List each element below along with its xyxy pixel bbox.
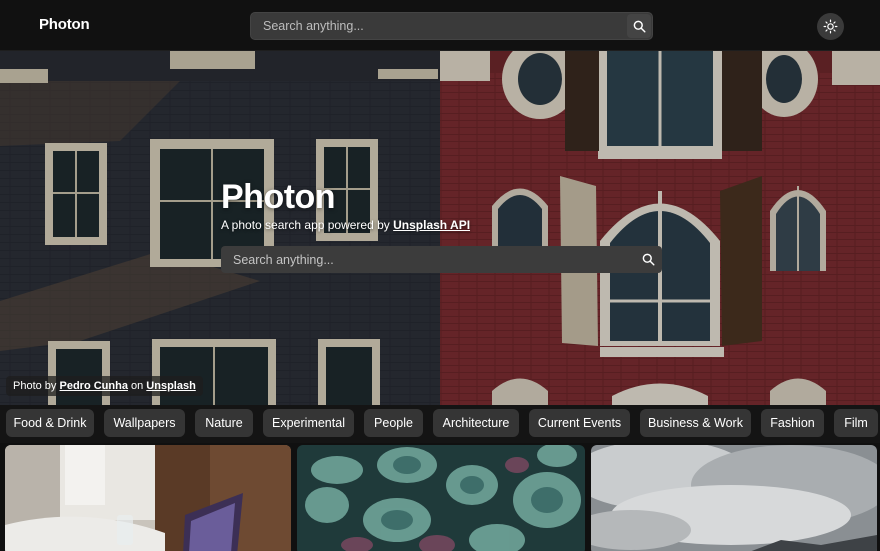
- topic-chip-nature[interactable]: Nature: [195, 409, 253, 437]
- topic-chips-bar: Food & Drink Wallpapers Nature Experimen…: [0, 405, 880, 443]
- photo-image: [297, 445, 585, 551]
- topic-chip-architecture[interactable]: Architecture: [433, 409, 519, 437]
- topic-chip-current-events[interactable]: Current Events: [529, 409, 630, 437]
- header-search-button[interactable]: [627, 14, 651, 38]
- photo-image: [5, 445, 291, 551]
- app-logo[interactable]: Photon: [39, 16, 90, 33]
- photo-image: [591, 445, 877, 551]
- hero-subtitle: A photo search app powered by Unsplash A…: [221, 218, 662, 232]
- header-search-bar: [250, 12, 653, 40]
- hero-banner: Photon A photo search app powered by Uns…: [0, 51, 880, 405]
- hero-title: Photon: [221, 178, 336, 216]
- topic-chip-film[interactable]: Film: [834, 409, 878, 437]
- topic-chip-people[interactable]: People: [364, 409, 423, 437]
- topic-chip-fashion[interactable]: Fashion: [761, 409, 824, 437]
- photo-credit: Photo by Pedro Cunha on Unsplash: [6, 376, 203, 396]
- photographer-link[interactable]: Pedro Cunha: [59, 380, 127, 392]
- search-icon: [642, 253, 655, 266]
- photo-tile[interactable]: [5, 445, 291, 551]
- theme-toggle-button[interactable]: [817, 13, 844, 40]
- topic-chip-wallpapers[interactable]: Wallpapers: [104, 409, 185, 437]
- credit-prefix: Photo by: [13, 380, 60, 392]
- hero-search-button[interactable]: [635, 246, 662, 273]
- topic-chip-experimental[interactable]: Experimental: [263, 409, 354, 437]
- credit-middle: on: [127, 380, 147, 392]
- sun-icon: [823, 19, 838, 34]
- photo-tile[interactable]: [591, 445, 877, 551]
- hero-search-input[interactable]: [221, 246, 631, 273]
- hero-subtitle-text: A photo search app powered by: [221, 218, 394, 232]
- unsplash-api-link[interactable]: Unsplash API: [393, 218, 470, 232]
- photo-tile[interactable]: [297, 445, 585, 551]
- hero-content: Photon A photo search app powered by Uns…: [221, 178, 662, 273]
- topic-chip-business-work[interactable]: Business & Work: [640, 409, 751, 437]
- unsplash-link[interactable]: Unsplash: [146, 380, 196, 392]
- hero-search-bar: [221, 246, 662, 273]
- search-icon: [633, 20, 646, 33]
- photo-gallery: [0, 443, 880, 551]
- top-header: Photon: [0, 0, 880, 51]
- topic-chip-food-drink[interactable]: Food & Drink: [6, 409, 94, 437]
- header-search-input[interactable]: [251, 13, 621, 39]
